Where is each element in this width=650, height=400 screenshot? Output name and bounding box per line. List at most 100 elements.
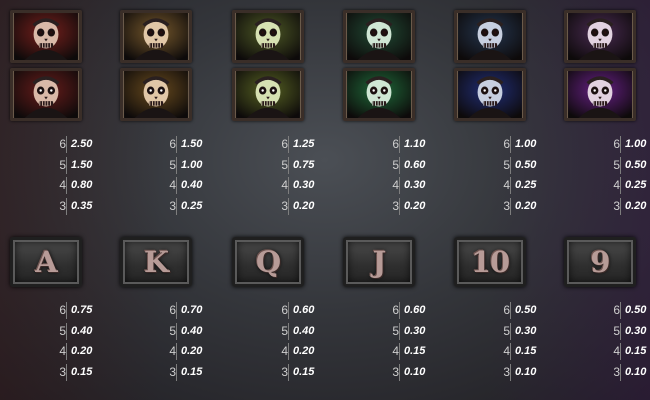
paytable-column: 6 0.50 5 0.30 4 0.15 3 0.10 [448, 300, 548, 382]
payout-value: 0.25 [181, 199, 203, 212]
row-divider [66, 197, 67, 215]
row-divider [176, 177, 177, 194]
payout-value: 0.75 [71, 304, 93, 316]
symbol-count: 6 [169, 303, 176, 317]
premium-symbol-zombie-blue-variant-2-icon [454, 68, 526, 121]
symbol-count: 4 [613, 178, 620, 192]
row-divider [510, 136, 511, 153]
zombie-portrait-icon [124, 13, 188, 60]
paytable-column: 6 0.60 5 0.40 4 0.20 3 0.15 [226, 300, 326, 382]
symbol-count: 6 [59, 303, 66, 317]
paytable-row: 6 0.50 [448, 300, 548, 321]
paytable-row: 5 1.50 [4, 155, 104, 176]
symbol-count: 4 [281, 344, 288, 358]
symbol-count: 4 [281, 178, 288, 192]
paytable-row: 4 0.25 [448, 175, 548, 196]
paytable-row: 5 0.30 [337, 321, 437, 342]
paytable-column: 6 1.50 5 1.00 4 0.40 3 0.25 [114, 134, 214, 216]
payout-value: 0.25 [515, 179, 537, 191]
symbol-count: 6 [59, 137, 66, 151]
symbol-count: 5 [169, 157, 176, 172]
premium-symbol-zombie-purple-variant-2-icon [564, 68, 636, 121]
payout-value: 1.00 [515, 138, 537, 150]
row-divider [176, 343, 177, 360]
payout-value: 1.25 [293, 138, 315, 150]
row-divider [288, 136, 289, 153]
paytable-row: 3 0.35 [4, 196, 104, 217]
row-divider [399, 322, 400, 340]
symbol-count: 4 [169, 178, 176, 192]
symbol-count: 5 [392, 323, 399, 338]
payout-value: 0.30 [515, 324, 537, 337]
symbol-count: 5 [59, 157, 66, 172]
row-divider [176, 156, 177, 174]
paytable-row: 4 0.25 [558, 175, 650, 196]
payout-value: 0.30 [404, 179, 426, 191]
paytable-row: 4 0.40 [114, 175, 214, 196]
paytable-row: 5 0.40 [114, 321, 214, 342]
paytable-row: 6 1.00 [448, 134, 548, 155]
paytable-row: 3 0.20 [448, 196, 548, 217]
payout-value: 0.20 [293, 345, 315, 357]
premium-symbol-zombie-purple-variant-1-icon [564, 10, 636, 63]
card-glyph: Q [255, 245, 281, 279]
premium-symbol-zombie-amber-variant-2-icon [120, 68, 192, 121]
skeleton-portrait-icon [236, 71, 300, 118]
symbol-count: 4 [503, 344, 510, 358]
paytable-row: 4 0.30 [226, 175, 326, 196]
skeleton-portrait-icon [124, 71, 188, 118]
row-divider [399, 177, 400, 194]
symbol-count: 4 [613, 344, 620, 358]
symbol-count: 3 [613, 364, 620, 379]
payout-value: 0.15 [515, 345, 537, 357]
payout-value: 0.50 [515, 158, 537, 171]
payout-value: 0.10 [515, 365, 537, 378]
paytable-row: 6 1.10 [337, 134, 437, 155]
premium-symbol-zombie-olive-variant-1-icon [232, 10, 304, 63]
card-symbol-10-icon: 10 [454, 237, 526, 287]
card-glyph: A [35, 245, 57, 279]
symbol-count: 3 [59, 198, 66, 213]
symbol-count: 3 [281, 364, 288, 379]
payout-value: 0.80 [71, 179, 93, 191]
paytable-row: 6 0.75 [4, 300, 104, 321]
row-divider [66, 136, 67, 153]
paytable-row: 4 0.20 [226, 341, 326, 362]
payout-value: 0.20 [293, 199, 315, 212]
symbol-count: 5 [281, 323, 288, 338]
zombie-portrait-icon [14, 13, 78, 60]
row-divider [288, 363, 289, 381]
symbol-count: 4 [169, 344, 176, 358]
row-divider [510, 156, 511, 174]
row-divider [620, 302, 621, 319]
symbol-count: 3 [392, 198, 399, 213]
paytable-row: 3 0.10 [558, 362, 650, 383]
paytable-row: 5 0.60 [337, 155, 437, 176]
card-glyph: 10 [470, 245, 510, 279]
payout-value: 0.40 [71, 324, 93, 337]
symbol-count: 3 [613, 198, 620, 213]
symbol-count: 5 [59, 323, 66, 338]
skeleton-portrait-icon [347, 71, 411, 118]
row-divider [510, 177, 511, 194]
payout-value: 0.40 [181, 179, 203, 191]
symbol-count: 6 [503, 137, 510, 151]
premium-symbol-zombie-olive-variant-2-icon [232, 68, 304, 121]
skeleton-portrait-icon [458, 71, 522, 118]
card-glyph: K [143, 245, 169, 279]
paytable-row: 4 0.15 [337, 341, 437, 362]
card-glyph: J [372, 245, 387, 279]
row-divider [510, 363, 511, 381]
payout-value: 0.20 [625, 199, 647, 212]
card-symbol-k-icon: K [120, 237, 192, 287]
payout-value: 0.10 [404, 365, 426, 378]
paytable-column: 6 1.10 5 0.60 4 0.30 3 0.20 [337, 134, 437, 216]
paytable-row: 4 0.30 [337, 175, 437, 196]
row-divider [66, 177, 67, 194]
row-divider [288, 156, 289, 174]
symbol-count: 6 [613, 137, 620, 151]
paytable-row: 4 0.15 [558, 341, 650, 362]
row-divider [620, 177, 621, 194]
paytable-row: 6 1.50 [114, 134, 214, 155]
row-divider [510, 197, 511, 215]
